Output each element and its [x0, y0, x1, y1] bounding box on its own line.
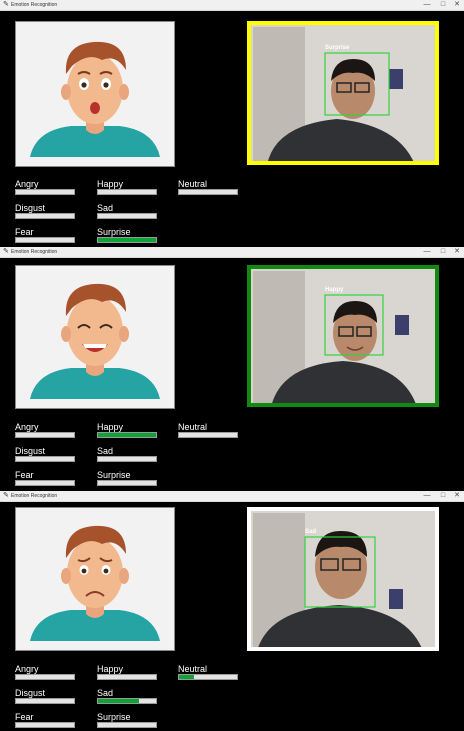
window-title: Emotion Recognition: [11, 2, 58, 8]
close-button[interactable]: ✕: [450, 0, 464, 10]
feather-icon: ✎: [3, 248, 9, 255]
label-sad: Sad: [97, 203, 114, 213]
bar-fear: [15, 237, 75, 243]
emoji-avatar-sad: [15, 507, 175, 651]
title-bar: ✎ Emotion Recognition — □ ✕: [0, 0, 464, 11]
bar-angry: [15, 189, 75, 195]
happy-avatar-icon: [30, 283, 160, 399]
label-neutral: Neutral: [178, 422, 208, 432]
minimize-button[interactable]: —: [420, 491, 434, 501]
bar-angry: [15, 432, 75, 438]
bar-disgust: [15, 213, 75, 219]
window-happy: ✎ Emotion Recognition — □ ✕ Happy Angry …: [0, 247, 464, 491]
emoji-avatar-surprise: [15, 21, 175, 167]
bar-disgust: [15, 698, 75, 704]
detected-emotion-label: Happy: [325, 287, 344, 293]
bar-disgust: [15, 456, 75, 462]
bar-fear: [15, 722, 75, 728]
label-happy: Happy: [97, 664, 124, 674]
bar-fill: [98, 238, 156, 242]
minimize-button[interactable]: —: [420, 0, 434, 10]
label-surprise: Surprise: [97, 712, 131, 722]
label-disgust: Disgust: [15, 203, 46, 213]
bar-surprise: [97, 237, 157, 243]
window-surprise: ✎ Emotion Recognition — □ ✕ Surprise Ang…: [0, 0, 464, 247]
webcam-feed-happy: Happy: [247, 265, 439, 407]
bar-fill: [98, 433, 156, 437]
window-title: Emotion Recognition: [11, 249, 58, 255]
label-neutral: Neutral: [178, 664, 208, 674]
bar-neutral: [178, 432, 238, 438]
detected-emotion-label: Surprise: [325, 45, 350, 51]
label-happy: Happy: [97, 179, 124, 189]
window-sad: ✎ Emotion Recognition — □ ✕ Sad Angry Ha…: [0, 491, 464, 731]
emoji-avatar-happy: [15, 265, 175, 409]
minimize-button[interactable]: —: [420, 247, 434, 257]
label-happy: Happy: [97, 422, 124, 432]
bar-sad: [97, 456, 157, 462]
bar-fill: [98, 699, 139, 703]
label-sad: Sad: [97, 688, 114, 698]
label-surprise: Surprise: [97, 227, 131, 237]
bar-neutral: [178, 189, 238, 195]
label-fear: Fear: [15, 227, 34, 237]
title-bar: ✎ Emotion Recognition — □ ✕: [0, 491, 464, 502]
bar-sad: [97, 698, 157, 704]
bar-happy: [97, 674, 157, 680]
bar-happy: [97, 432, 157, 438]
bar-fear: [15, 480, 75, 486]
label-disgust: Disgust: [15, 446, 46, 456]
title-bar: ✎ Emotion Recognition — □ ✕: [0, 247, 464, 258]
label-angry: Angry: [15, 179, 39, 189]
maximize-button[interactable]: □: [436, 0, 450, 10]
bar-happy: [97, 189, 157, 195]
feather-icon: ✎: [3, 492, 9, 499]
close-button[interactable]: ✕: [450, 491, 464, 501]
label-angry: Angry: [15, 664, 39, 674]
label-surprise: Surprise: [97, 470, 131, 480]
label-fear: Fear: [15, 470, 34, 480]
bar-angry: [15, 674, 75, 680]
window-title: Emotion Recognition: [11, 493, 58, 499]
webcam-feed-sad: Sad: [247, 507, 439, 651]
detected-emotion-label: Sad: [305, 529, 317, 535]
maximize-button[interactable]: □: [436, 491, 450, 501]
bar-neutral: [178, 674, 238, 680]
bar-surprise: [97, 480, 157, 486]
surprised-avatar-icon: [30, 41, 160, 157]
webcam-feed-surprise: Surprise: [247, 21, 439, 165]
label-sad: Sad: [97, 446, 114, 456]
bar-sad: [97, 213, 157, 219]
close-button[interactable]: ✕: [450, 247, 464, 257]
maximize-button[interactable]: □: [436, 247, 450, 257]
feather-icon: ✎: [3, 1, 9, 8]
label-angry: Angry: [15, 422, 39, 432]
sad-avatar-icon: [30, 525, 160, 641]
bar-surprise: [97, 722, 157, 728]
label-neutral: Neutral: [178, 179, 208, 189]
webcam-image: [247, 507, 439, 651]
label-disgust: Disgust: [15, 688, 46, 698]
webcam-image: [247, 21, 439, 165]
bar-fill: [179, 675, 194, 679]
label-fear: Fear: [15, 712, 34, 722]
